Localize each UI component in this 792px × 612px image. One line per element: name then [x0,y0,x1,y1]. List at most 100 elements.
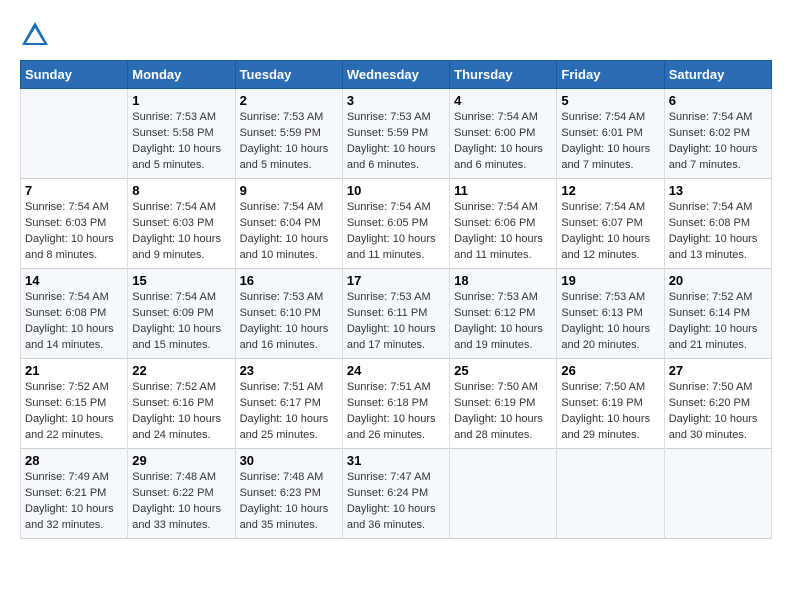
calendar-cell: 4 Sunrise: 7:54 AM Sunset: 6:00 PM Daylig… [450,89,557,179]
col-header-friday: Friday [557,61,664,89]
day-info: Sunrise: 7:54 AM Sunset: 6:01 PM Dayligh… [561,110,659,174]
day-info: Sunrise: 7:53 AM Sunset: 6:12 PM Dayligh… [454,290,552,354]
day-info: Sunrise: 7:54 AM Sunset: 6:00 PM Dayligh… [454,110,552,174]
calendar-cell: 28Sunrise: 7:49 AM Sunset: 6:21 PM Dayli… [21,449,128,539]
day-number: 10 [347,183,445,198]
calendar-cell [557,449,664,539]
day-info: Sunrise: 7:54 AM Sunset: 6:03 PM Dayligh… [25,200,123,264]
day-number: 31 [347,453,445,468]
page-header [20,20,772,50]
day-info: Sunrise: 7:50 AM Sunset: 6:19 PM Dayligh… [561,380,659,444]
day-number: 29 [132,453,230,468]
col-header-tuesday: Tuesday [235,61,342,89]
day-info: Sunrise: 7:48 AM Sunset: 6:23 PM Dayligh… [240,470,338,534]
calendar-cell: 12 Sunrise: 7:54 AM Sunset: 6:07 PM Dayli… [557,179,664,269]
logo-icon [20,20,50,50]
day-number: 7 [25,183,123,198]
day-number: 8 [132,183,230,198]
calendar-cell [21,89,128,179]
day-number: 2 [240,93,338,108]
calendar-cell: 17 Sunrise: 7:53 AM Sunset: 6:11 PM Dayli… [342,269,449,359]
day-number: 24 [347,363,445,378]
day-number: 22 [132,363,230,378]
calendar-cell: 7 Sunrise: 7:54 AM Sunset: 6:03 PM Daylig… [21,179,128,269]
calendar-week-row: 1 Sunrise: 7:53 AM Sunset: 5:58 PM Daylig… [21,89,772,179]
calendar-cell: 14 Sunrise: 7:54 AM Sunset: 6:08 PM Dayli… [21,269,128,359]
calendar-cell: 23 Sunrise: 7:51 AM Sunset: 6:17 PM Dayli… [235,359,342,449]
calendar-cell: 27 Sunrise: 7:50 AM Sunset: 6:20 PM Dayli… [664,359,771,449]
day-info: Sunrise: 7:50 AM Sunset: 6:19 PM Dayligh… [454,380,552,444]
day-number: 21 [25,363,123,378]
day-number: 1 [132,93,230,108]
day-info: Sunrise: 7:54 AM Sunset: 6:08 PM Dayligh… [669,200,767,264]
calendar-week-row: 28Sunrise: 7:49 AM Sunset: 6:21 PM Dayli… [21,449,772,539]
col-header-thursday: Thursday [450,61,557,89]
calendar-cell [664,449,771,539]
calendar-cell: 15Sunrise: 7:54 AM Sunset: 6:09 PM Dayli… [128,269,235,359]
day-info: Sunrise: 7:51 AM Sunset: 6:18 PM Dayligh… [347,380,445,444]
calendar-cell: 18 Sunrise: 7:53 AM Sunset: 6:12 PM Dayli… [450,269,557,359]
day-number: 5 [561,93,659,108]
calendar-cell: 1 Sunrise: 7:53 AM Sunset: 5:58 PM Daylig… [128,89,235,179]
day-info: Sunrise: 7:54 AM Sunset: 6:03 PM Dayligh… [132,200,230,264]
day-info: Sunrise: 7:49 AM Sunset: 6:21 PM Dayligh… [25,470,123,534]
day-info: Sunrise: 7:53 AM Sunset: 5:59 PM Dayligh… [347,110,445,174]
day-number: 27 [669,363,767,378]
day-number: 30 [240,453,338,468]
calendar-cell: 25 Sunrise: 7:50 AM Sunset: 6:19 PM Dayli… [450,359,557,449]
day-number: 19 [561,273,659,288]
day-info: Sunrise: 7:54 AM Sunset: 6:05 PM Dayligh… [347,200,445,264]
day-number: 16 [240,273,338,288]
calendar-cell: 30 Sunrise: 7:48 AM Sunset: 6:23 PM Dayli… [235,449,342,539]
calendar-cell: 20Sunrise: 7:52 AM Sunset: 6:14 PM Dayli… [664,269,771,359]
calendar-cell: 24 Sunrise: 7:51 AM Sunset: 6:18 PM Dayli… [342,359,449,449]
day-info: Sunrise: 7:51 AM Sunset: 6:17 PM Dayligh… [240,380,338,444]
calendar-cell: 2Sunrise: 7:53 AM Sunset: 5:59 PM Daylig… [235,89,342,179]
day-number: 25 [454,363,552,378]
calendar-cell: 21 Sunrise: 7:52 AM Sunset: 6:15 PM Dayli… [21,359,128,449]
day-number: 23 [240,363,338,378]
day-number: 4 [454,93,552,108]
day-number: 3 [347,93,445,108]
calendar-cell: 9 Sunrise: 7:54 AM Sunset: 6:04 PM Daylig… [235,179,342,269]
day-info: Sunrise: 7:54 AM Sunset: 6:06 PM Dayligh… [454,200,552,264]
day-number: 6 [669,93,767,108]
day-number: 12 [561,183,659,198]
calendar-week-row: 7 Sunrise: 7:54 AM Sunset: 6:03 PM Daylig… [21,179,772,269]
col-header-sunday: Sunday [21,61,128,89]
calendar-cell: 3 Sunrise: 7:53 AM Sunset: 5:59 PM Daylig… [342,89,449,179]
calendar-cell: 8 Sunrise: 7:54 AM Sunset: 6:03 PM Daylig… [128,179,235,269]
logo [20,20,54,50]
day-info: Sunrise: 7:54 AM Sunset: 6:04 PM Dayligh… [240,200,338,264]
calendar-cell: 22 Sunrise: 7:52 AM Sunset: 6:16 PM Dayli… [128,359,235,449]
day-info: Sunrise: 7:54 AM Sunset: 6:07 PM Dayligh… [561,200,659,264]
calendar-cell: 5 Sunrise: 7:54 AM Sunset: 6:01 PM Daylig… [557,89,664,179]
calendar-week-row: 21 Sunrise: 7:52 AM Sunset: 6:15 PM Dayli… [21,359,772,449]
day-info: Sunrise: 7:54 AM Sunset: 6:08 PM Dayligh… [25,290,123,354]
col-header-saturday: Saturday [664,61,771,89]
day-info: Sunrise: 7:52 AM Sunset: 6:15 PM Dayligh… [25,380,123,444]
day-info: Sunrise: 7:53 AM Sunset: 6:11 PM Dayligh… [347,290,445,354]
day-info: Sunrise: 7:52 AM Sunset: 6:16 PM Dayligh… [132,380,230,444]
day-info: Sunrise: 7:53 AM Sunset: 6:13 PM Dayligh… [561,290,659,354]
calendar-cell: 19 Sunrise: 7:53 AM Sunset: 6:13 PM Dayli… [557,269,664,359]
day-number: 14 [25,273,123,288]
day-number: 18 [454,273,552,288]
calendar-cell: 16Sunrise: 7:53 AM Sunset: 6:10 PM Dayli… [235,269,342,359]
calendar-cell [450,449,557,539]
day-info: Sunrise: 7:50 AM Sunset: 6:20 PM Dayligh… [669,380,767,444]
calendar-table: SundayMondayTuesdayWednesdayThursdayFrid… [20,60,772,539]
calendar-cell: 31 Sunrise: 7:47 AM Sunset: 6:24 PM Dayli… [342,449,449,539]
calendar-cell: 11Sunrise: 7:54 AM Sunset: 6:06 PM Dayli… [450,179,557,269]
day-info: Sunrise: 7:52 AM Sunset: 6:14 PM Dayligh… [669,290,767,354]
calendar-cell: 29Sunrise: 7:48 AM Sunset: 6:22 PM Dayli… [128,449,235,539]
day-number: 9 [240,183,338,198]
calendar-cell: 13Sunrise: 7:54 AM Sunset: 6:08 PM Dayli… [664,179,771,269]
day-number: 26 [561,363,659,378]
day-info: Sunrise: 7:53 AM Sunset: 5:58 PM Dayligh… [132,110,230,174]
col-header-monday: Monday [128,61,235,89]
day-info: Sunrise: 7:47 AM Sunset: 6:24 PM Dayligh… [347,470,445,534]
calendar-week-row: 14 Sunrise: 7:54 AM Sunset: 6:08 PM Dayli… [21,269,772,359]
calendar-cell: 6Sunrise: 7:54 AM Sunset: 6:02 PM Daylig… [664,89,771,179]
day-number: 17 [347,273,445,288]
